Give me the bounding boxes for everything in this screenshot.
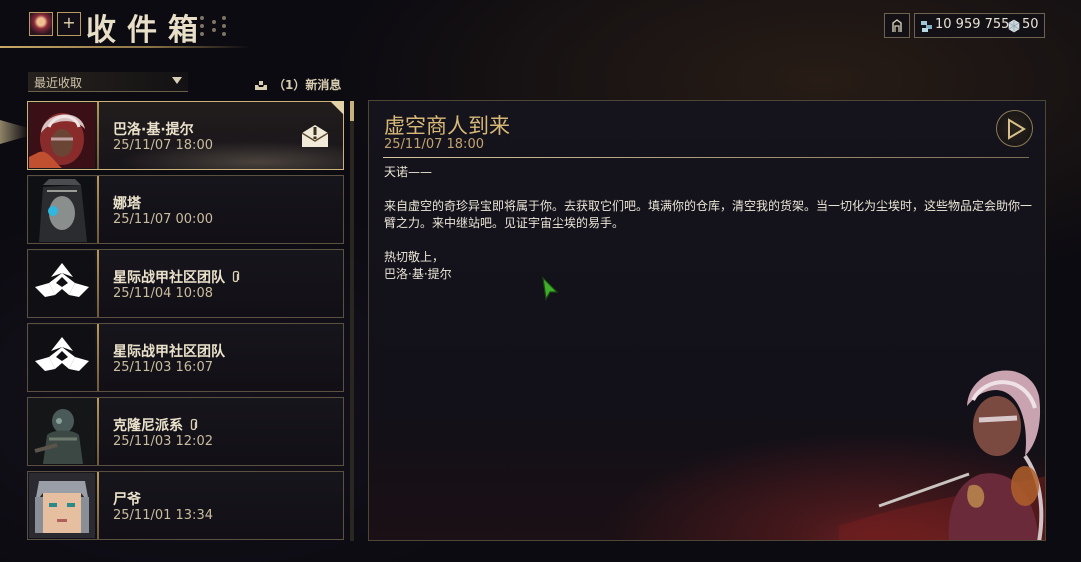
attachment-clip-icon — [232, 270, 240, 283]
market-button[interactable] — [884, 13, 910, 38]
new-messages-indicator: （1）新消息 — [255, 76, 341, 93]
mail-list: 巴洛·基·提尔 25/11/07 18:00 娜塔 25/11/07 00:00 — [27, 101, 345, 541]
item-divider — [97, 324, 99, 391]
add-button[interactable]: + — [57, 12, 81, 36]
baro-character-art — [839, 370, 1045, 540]
top-bar: + 收件箱 10 959 755 50 — [0, 0, 1081, 50]
mail-item[interactable]: 克隆尼派系 25/11/03 12:02 — [27, 397, 344, 466]
new-messages-text: （1）新消息 — [273, 78, 342, 92]
mail-sender: 尸爷 — [113, 492, 141, 508]
sort-dropdown-value: 最近收取 — [34, 76, 83, 90]
lotus-logo-icon — [29, 251, 95, 316]
credits-icon — [921, 21, 932, 32]
baro-portrait-icon — [29, 103, 95, 168]
message-divider — [383, 157, 1029, 158]
message-text: 来自虚空的奇珍异宝即将属于你。去获取它们吧。填满你的仓库，清空我的货架。当一切化… — [384, 199, 1033, 230]
mail-item[interactable]: 星际战甲社区团队 25/11/03 16:07 — [27, 323, 344, 392]
mail-date: 25/11/07 18:00 — [113, 138, 213, 153]
natah-portrait-icon — [29, 177, 95, 242]
pixel-face-icon — [29, 473, 95, 538]
item-divider — [97, 250, 99, 317]
mail-date: 25/11/07 00:00 — [113, 212, 213, 227]
item-divider — [97, 102, 99, 169]
mouse-cursor-icon — [542, 276, 559, 301]
platinum-icon — [1008, 19, 1020, 33]
play-button[interactable] — [996, 110, 1033, 147]
message-body: 天诺—— 来自虚空的奇珍异宝即将属于你。去获取它们吧。填满你的仓库，清空我的货架… — [384, 164, 1034, 283]
selection-glow — [0, 120, 28, 144]
mail-unread-icon — [301, 125, 329, 147]
mail-date: 25/11/03 12:02 — [113, 434, 213, 449]
decorative-dots-icon — [198, 14, 228, 38]
currency-display: 10 959 755 50 — [914, 13, 1045, 38]
mail-sender: 娜塔 — [113, 196, 141, 212]
mail-sender-text: 星际战甲社区团队 — [113, 270, 225, 286]
item-divider — [97, 472, 99, 539]
platinum-amount: 50 — [1022, 17, 1039, 32]
attachment-clip-icon — [190, 418, 198, 431]
page-title: 收件箱 — [86, 13, 209, 48]
mail-item[interactable]: 星际战甲社区团队 25/11/04 10:08 — [27, 249, 344, 318]
mail-sender: 星际战甲社区团队 — [113, 344, 225, 360]
mail-date: 25/11/04 10:08 — [113, 286, 213, 301]
mail-item[interactable]: 尸爷 25/11/01 13:34 — [27, 471, 344, 540]
message-closing: 热切敬上， — [384, 250, 445, 264]
scrollbar-thumb[interactable] — [350, 101, 354, 121]
mail-sender: 星际战甲社区团队 — [113, 267, 240, 287]
message-greeting: 天诺—— — [384, 165, 433, 179]
mail-item[interactable]: 娜塔 25/11/07 00:00 — [27, 175, 344, 244]
item-divider — [97, 176, 99, 243]
play-icon — [1008, 118, 1026, 140]
mail-sender: 巴洛·基·提尔 — [113, 122, 194, 138]
message-date: 25/11/07 18:00 — [384, 137, 484, 152]
market-icon — [892, 19, 902, 32]
mail-date: 25/11/03 16:07 — [113, 360, 213, 375]
inbox-tray-icon — [255, 81, 267, 90]
item-divider — [97, 398, 99, 465]
title-underline — [0, 46, 250, 48]
credits-amount: 10 959 755 — [935, 17, 1010, 32]
mail-list-scrollbar[interactable] — [350, 101, 354, 541]
message-signature: 巴洛·基·提尔 — [384, 267, 452, 281]
mail-date: 25/11/01 13:34 — [113, 508, 213, 523]
mail-sender: 克隆尼派系 — [113, 415, 198, 435]
profile-avatar-icon[interactable] — [29, 12, 53, 36]
selected-corner-mark — [330, 101, 344, 115]
chevron-down-icon — [172, 77, 182, 84]
lotus-logo-icon — [29, 325, 95, 390]
grineer-soldier-icon — [29, 399, 95, 464]
sort-dropdown[interactable]: 最近收取 — [28, 72, 188, 92]
mail-sender-text: 克隆尼派系 — [113, 418, 183, 434]
mail-item[interactable]: 巴洛·基·提尔 25/11/07 18:00 — [27, 101, 344, 170]
message-title: 虚空商人到来 — [384, 114, 510, 138]
message-panel: 虚空商人到来 25/11/07 18:00 天诺—— 来自虚空的奇珍异宝即将属于… — [368, 100, 1046, 541]
